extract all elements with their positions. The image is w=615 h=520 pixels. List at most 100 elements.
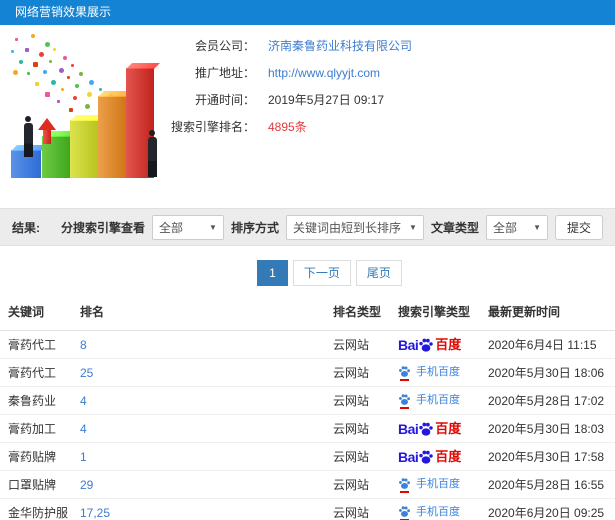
submit-button[interactable]: 提交: [554, 214, 603, 240]
col-header-rank-type: 排名类型: [333, 295, 398, 331]
mobile-baidu-label: 手机百度: [416, 366, 460, 378]
paw-icon: [419, 450, 434, 464]
article-type-select-value: 全部: [492, 220, 517, 235]
page-button-current[interactable]: 1: [257, 260, 288, 286]
rank-type-cell: 云网站: [333, 498, 398, 520]
mobile-baidu-label: 手机百度: [416, 478, 460, 490]
results-table: 关键词 排名 排名类型 搜索引擎类型 最新更新时间 膏药代工 8 云网站 Bai 百度 2…: [0, 295, 615, 520]
rank-count-value: 4895条: [268, 120, 307, 134]
paw-icon: [399, 505, 410, 517]
table-row: 秦鲁药业 4 云网站 手机百度 2020年5月28日 17:02: [0, 386, 615, 415]
info-row-company: 会员公司： 济南秦鲁药业科技有限公司: [160, 33, 412, 60]
filter-bar: 结果: 分搜索引擎查看 全部 ▼ 排序方式 关键词由短到长排序 ▼ 文章类型 全…: [0, 208, 615, 246]
sort-filter-label: 排序方式: [230, 220, 279, 235]
mobile-baidu-badge: 手机百度: [398, 365, 460, 381]
page-title: 网络营销效果展示: [15, 5, 112, 19]
result-label: 结果:: [12, 220, 40, 235]
next-page-button[interactable]: 下一页: [292, 260, 351, 286]
updated-cell: 2020年6月4日 11:15: [488, 330, 615, 359]
article-type-label: 文章类型: [430, 220, 479, 235]
engine-type-cell: Bai 百度: [398, 414, 488, 443]
chevron-down-icon: ▼: [209, 222, 217, 232]
table-header-row: 关键词 排名 排名类型 搜索引擎类型 最新更新时间: [0, 295, 615, 331]
engine-select[interactable]: 全部 ▼: [151, 214, 224, 240]
col-header-keyword: 关键词: [0, 295, 80, 331]
engine-type-cell: 手机百度: [398, 386, 488, 415]
rank-link[interactable]: 4: [80, 414, 333, 443]
mobile-baidu-badge: 手机百度: [398, 477, 460, 493]
baidu-underline-icon: [400, 378, 409, 381]
rank-type-cell: 云网站: [333, 386, 398, 415]
rank-type-cell: 云网站: [333, 330, 398, 359]
engine-filter-label: 分搜索引擎查看: [60, 220, 145, 235]
engine-type-cell: 手机百度: [398, 358, 488, 387]
col-header-rank: 排名: [80, 295, 333, 331]
member-info: 会员公司： 济南秦鲁药业科技有限公司 推广地址： http://www.qlyyjt…: [160, 33, 412, 141]
rank-type-cell: 云网站: [333, 358, 398, 387]
table-row: 口罩贴牌 29 云网站 手机百度 2020年5月28日 16:55: [0, 470, 615, 499]
baidu-underline-icon: [400, 406, 409, 409]
clipart-bar-orange: [98, 96, 126, 178]
info-row-rank-count: 搜索引擎排名： 4895条: [160, 114, 412, 141]
page: 网络营销效果展示 会员公司： 济南秦鲁药业科技有限公司 推广地址： http://w…: [0, 0, 615, 520]
rank-link[interactable]: 25: [80, 358, 333, 387]
last-page-button[interactable]: 尾页: [355, 260, 402, 286]
col-header-engine-type: 搜索引擎类型: [398, 295, 488, 331]
filter-controls: 分搜索引擎查看 全部 ▼ 排序方式 关键词由短到长排序 ▼ 文章类型 全部 ▼ …: [60, 214, 603, 240]
updated-cell: 2020年5月28日 16:55: [488, 470, 615, 499]
chevron-down-icon: ▼: [409, 222, 417, 232]
rank-type-cell: 云网站: [333, 442, 398, 471]
paw-icon: [399, 365, 410, 377]
table-row: 膏药代工 8 云网站 Bai 百度 2020年6月4日 11:15: [0, 330, 615, 359]
mobile-baidu-badge: 手机百度: [398, 505, 460, 520]
mobile-baidu-label: 手机百度: [416, 506, 460, 518]
rank-type-cell: 云网站: [333, 414, 398, 443]
table-row: 金华防护服 17,25 云网站 手机百度 2020年6月20日 09:25: [0, 498, 615, 520]
updated-cell: 2020年6月20日 09:25: [488, 498, 615, 520]
article-type-select[interactable]: 全部 ▼: [485, 214, 548, 240]
mobile-baidu-label: 手机百度: [416, 394, 460, 406]
keyword-cell: 膏药加工: [0, 414, 80, 443]
keyword-cell: 金华防护服: [0, 498, 80, 520]
col-header-updated: 最新更新时间: [488, 295, 615, 331]
keyword-cell: 膏药代工: [0, 358, 80, 387]
keyword-cell: 口罩贴牌: [0, 470, 80, 499]
sort-select-value: 关键词由短到长排序: [292, 220, 401, 235]
updated-cell: 2020年5月30日 18:06: [488, 358, 615, 387]
rank-link[interactable]: 4: [80, 386, 333, 415]
table-row: 膏药加工 4 云网站 Bai 百度 2020年5月30日 18:03: [0, 414, 615, 443]
table-row: 膏药代工 25 云网站 手机百度 2020年5月30日 18:06: [0, 358, 615, 387]
baidu-logo: Bai 百度: [398, 336, 462, 353]
engine-type-cell: 手机百度: [398, 498, 488, 520]
rank-type-cell: 云网站: [333, 470, 398, 499]
bar-chart-clipart: [5, 32, 173, 180]
clipart-bar-yellow: [70, 120, 98, 178]
page-header: 网络营销效果展示: [0, 0, 615, 25]
rank-count-label: 搜索引擎排名：: [170, 120, 255, 134]
sort-select[interactable]: 关键词由短到长排序 ▼: [285, 214, 424, 240]
rank-link[interactable]: 29: [80, 470, 333, 499]
rank-link[interactable]: 1: [80, 442, 333, 471]
businessman-figure: [21, 116, 35, 150]
mobile-baidu-badge: 手机百度: [398, 393, 460, 409]
paw-icon: [419, 338, 434, 352]
open-time-label: 开通时间：: [194, 93, 255, 107]
updated-cell: 2020年5月30日 18:03: [488, 414, 615, 443]
info-row-open-time: 开通时间： 2019年5月27日 09:17: [160, 87, 412, 114]
baidu-logo: Bai 百度: [398, 448, 462, 465]
growth-arrow-icon: [38, 118, 56, 144]
baidu-logo: Bai 百度: [398, 420, 462, 437]
paw-icon: [419, 422, 434, 436]
engine-type-cell: Bai 百度: [398, 442, 488, 471]
paw-icon: [399, 393, 410, 405]
rank-link[interactable]: 17,25: [80, 498, 333, 520]
keyword-cell: 膏药代工: [0, 330, 80, 359]
engine-type-cell: 手机百度: [398, 470, 488, 499]
engine-type-cell: Bai 百度: [398, 330, 488, 359]
rank-link[interactable]: 8: [80, 330, 333, 359]
promotion-url-link[interactable]: http://www.qlyyjt.com: [268, 66, 380, 80]
info-section: 会员公司： 济南秦鲁药业科技有限公司 推广地址： http://www.qlyyjt…: [0, 25, 615, 188]
engine-select-value: 全部: [158, 220, 183, 235]
company-link[interactable]: 济南秦鲁药业科技有限公司: [268, 39, 412, 53]
updated-cell: 2020年5月30日 17:58: [488, 442, 615, 471]
